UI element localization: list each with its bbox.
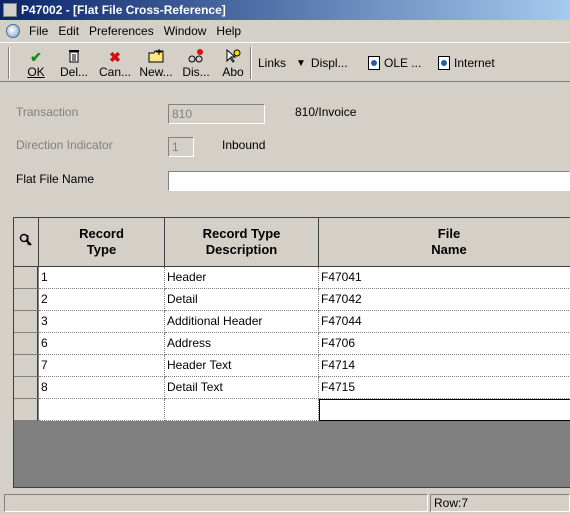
- ole-document-icon: [368, 56, 380, 70]
- row-selector[interactable]: [14, 355, 38, 377]
- column-header-record-type[interactable]: Record Type: [39, 218, 165, 267]
- delete-button[interactable]: Del...: [56, 47, 92, 81]
- transaction-field: 810: [168, 104, 265, 124]
- links-label: Links: [258, 56, 287, 70]
- cell-record-type[interactable]: 1: [39, 267, 165, 289]
- trash-icon: [65, 49, 83, 65]
- cell-record-type[interactable]: 6: [39, 333, 165, 355]
- internet-menu[interactable]: Internet: [438, 56, 495, 70]
- grid-corner[interactable]: [14, 218, 39, 267]
- window-title: P47002 - [Flat File Cross-Reference]: [21, 3, 226, 17]
- status-row-pane: Row:7: [430, 494, 570, 512]
- ole-menu[interactable]: OLE ...: [368, 56, 421, 70]
- new-button[interactable]: New...: [138, 47, 174, 81]
- display-button[interactable]: Dis...: [178, 47, 214, 81]
- column-header-record-type-description[interactable]: Record Type Description: [165, 218, 319, 267]
- internet-document-icon: [438, 56, 450, 70]
- dropdown-arrow-icon: ▼: [296, 57, 306, 69]
- cell-file-name[interactable]: [319, 399, 570, 421]
- links-menu[interactable]: Links: [258, 56, 286, 70]
- row-selector[interactable]: [14, 399, 38, 421]
- cell-file-name[interactable]: F47041: [319, 267, 570, 289]
- column-header-label: Record Type Description: [202, 226, 281, 257]
- new-button-label: New...: [139, 65, 173, 79]
- cell-record-type-description[interactable]: Detail Text: [165, 377, 319, 399]
- cell-file-name[interactable]: F47042: [319, 289, 570, 311]
- direction-indicator-field: 1: [168, 137, 194, 157]
- transaction-label: Transaction: [16, 105, 79, 119]
- ok-button-label: OK: [27, 65, 45, 79]
- cell-record-type-description[interactable]: Address: [165, 333, 319, 355]
- cell-record-type-description[interactable]: Detail: [165, 289, 319, 311]
- cell-record-type-description[interactable]: Additional Header: [165, 311, 319, 333]
- column-header-label: File Name: [431, 226, 467, 257]
- about-icon: [224, 48, 242, 65]
- cell-record-type-description[interactable]: Header: [165, 267, 319, 289]
- toolbar-separator: [8, 47, 10, 79]
- menu-window[interactable]: Window: [159, 24, 212, 38]
- cell-record-type[interactable]: [39, 399, 165, 421]
- row-selector[interactable]: [14, 289, 38, 311]
- app-icon: [3, 3, 17, 17]
- cell-file-name[interactable]: F4714: [319, 355, 570, 377]
- row-selector[interactable]: [14, 311, 38, 333]
- cell-file-name[interactable]: F47044: [319, 311, 570, 333]
- display-icon: [187, 49, 205, 65]
- menu-edit[interactable]: Edit: [53, 24, 84, 38]
- row-selector[interactable]: [14, 333, 38, 355]
- column-header-label: Record Type: [79, 226, 124, 257]
- internet-menu-label: Internet: [454, 56, 495, 70]
- cell-record-type-description[interactable]: Header Text: [165, 355, 319, 377]
- status-bar: Row:7: [0, 492, 570, 514]
- display-menu[interactable]: ▼ Displ...: [296, 56, 348, 70]
- direction-description: Inbound: [222, 138, 266, 152]
- toolbar: ✔ OK Del... ✖ Can... New... Dis... Abo L…: [0, 42, 570, 82]
- check-icon: ✔: [30, 49, 42, 65]
- about-button[interactable]: Abo: [215, 47, 251, 81]
- menu-preferences[interactable]: Preferences: [84, 24, 159, 38]
- delete-button-label: Del...: [59, 65, 88, 79]
- cell-file-name[interactable]: F4715: [319, 377, 570, 399]
- menu-help[interactable]: Help: [211, 24, 246, 38]
- cell-record-type[interactable]: 8: [39, 377, 165, 399]
- ok-button[interactable]: ✔ OK: [18, 47, 54, 81]
- record-type-grid: Record Type Record Type Description File…: [13, 217, 570, 488]
- cancel-x-icon: ✖: [109, 49, 121, 65]
- grid-find-icon: [19, 233, 33, 251]
- flat-file-name-input[interactable]: [168, 171, 570, 191]
- column-header-file-name[interactable]: File Name: [319, 218, 570, 267]
- status-message-pane: [4, 494, 428, 512]
- menu-bar: File Edit Preferences Window Help: [0, 21, 570, 41]
- row-selector[interactable]: [14, 267, 38, 289]
- flat-file-name-label: Flat File Name: [16, 172, 95, 186]
- menu-file[interactable]: File: [24, 24, 53, 38]
- system-menu-icon[interactable]: [6, 24, 20, 38]
- ole-menu-label: OLE ...: [384, 56, 422, 70]
- cell-record-type-description[interactable]: [165, 399, 319, 421]
- cancel-button-label: Can...: [98, 65, 131, 79]
- cell-record-type[interactable]: 7: [39, 355, 165, 377]
- transaction-description: 810/Invoice: [295, 105, 357, 119]
- cancel-button[interactable]: ✖ Can...: [97, 47, 133, 81]
- display-button-label: Dis...: [182, 65, 210, 79]
- cell-file-name[interactable]: F4706: [319, 333, 570, 355]
- title-bar: P47002 - [Flat File Cross-Reference]: [0, 0, 570, 20]
- cell-record-type[interactable]: 2: [39, 289, 165, 311]
- cell-record-type[interactable]: 3: [39, 311, 165, 333]
- display-menu-label: Displ...: [310, 56, 348, 70]
- about-button-label: Abo: [222, 65, 244, 79]
- direction-indicator-label: Direction Indicator: [16, 138, 113, 152]
- new-folder-icon: [147, 49, 165, 65]
- toolbar-separator: [250, 47, 252, 79]
- row-selector[interactable]: [14, 377, 38, 399]
